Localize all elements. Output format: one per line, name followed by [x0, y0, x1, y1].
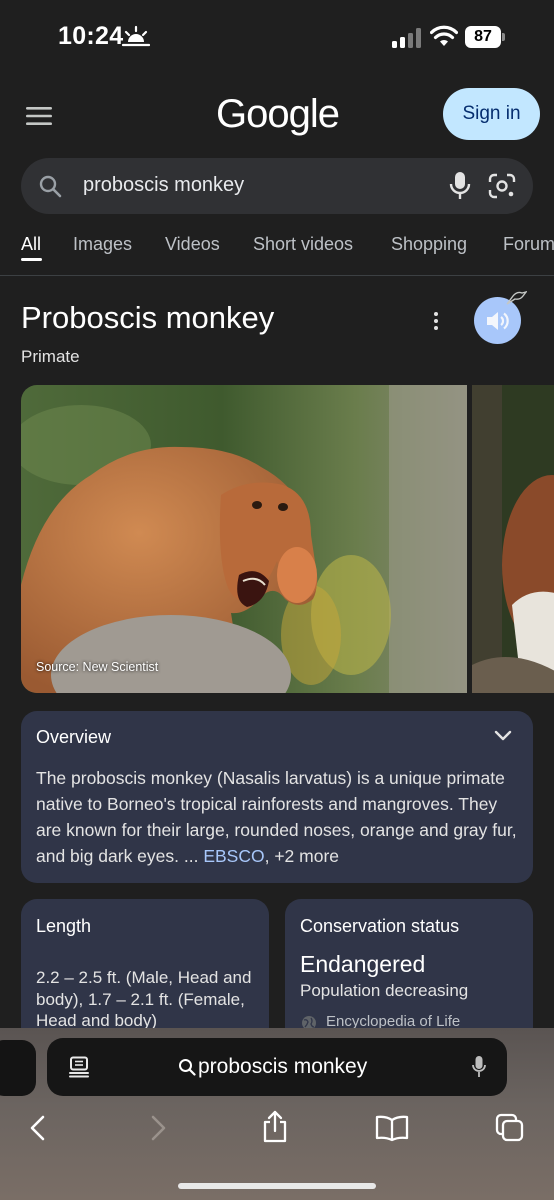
length-card-title: Length	[36, 916, 92, 936]
length-card[interactable]: Length 2.2 – 2.5 ft. (Male, Head and bod…	[21, 899, 269, 1049]
proboscis-monkey-photo[interactable]: Source: New Scientist	[21, 385, 467, 693]
back-icon[interactable]	[28, 1114, 48, 1142]
tab-all[interactable]: All	[21, 234, 41, 255]
secondary-illustration	[472, 385, 554, 693]
more-options-icon[interactable]	[430, 310, 442, 332]
search-box[interactable]: proboscis monkey	[21, 158, 533, 214]
address-bar[interactable]: proboscis monkey	[47, 1038, 507, 1096]
more-sources-link[interactable]: , +2 more	[265, 846, 339, 866]
forward-icon[interactable]	[148, 1114, 168, 1142]
microphone-icon[interactable]	[449, 171, 471, 201]
entity-subtitle: Primate	[21, 347, 80, 366]
battery-level: 87	[465, 26, 501, 48]
length-values: 2.2 – 2.5 ft. (Male, Head and body), 1.7…	[36, 968, 252, 1030]
previous-tab-peek[interactable]	[0, 1040, 36, 1096]
sign-in-button[interactable]: Sign in	[443, 88, 540, 140]
status-bar: 10:24 87	[0, 0, 554, 76]
tabs-overview-icon[interactable]	[495, 1113, 525, 1143]
conservation-status-card[interactable]: Conservation status Endangered Populatio…	[285, 899, 533, 1049]
safari-toolbar: proboscis monkey	[0, 1028, 554, 1200]
page-menu-icon[interactable]	[69, 1056, 89, 1078]
status-time: 10:24	[58, 22, 124, 50]
overview-text: The proboscis monkey (Nasalis larvatus) …	[36, 765, 526, 869]
entity-title: Proboscis monkey	[21, 300, 275, 335]
tab-shopping[interactable]: Shopping	[391, 234, 467, 255]
address-text: proboscis monkey	[198, 1055, 368, 1078]
tab-forums[interactable]: Forums	[503, 234, 554, 255]
sunrise-icon	[122, 25, 150, 47]
image-source-label: Source: New Scientist	[36, 660, 159, 674]
hamburger-menu-icon[interactable]	[26, 106, 52, 126]
tab-videos[interactable]: Videos	[165, 234, 220, 255]
google-lens-icon[interactable]	[488, 173, 516, 199]
secondary-photo[interactable]	[472, 385, 554, 693]
population-trend: Population decreasing	[300, 981, 469, 1000]
ebsco-source-link[interactable]: EBSCO	[203, 846, 264, 866]
monkey-illustration	[21, 385, 467, 693]
overview-title: Overview	[36, 727, 112, 747]
search-icon	[39, 175, 62, 198]
battery-tip	[502, 33, 505, 41]
search-input[interactable]: proboscis monkey	[83, 174, 244, 197]
active-tab-indicator	[21, 258, 42, 261]
overview-card[interactable]: Overview The proboscis monkey (Nasalis l…	[21, 711, 533, 883]
home-indicator[interactable]	[178, 1183, 376, 1189]
voice-input-icon[interactable]	[472, 1055, 486, 1079]
bird-icon	[506, 291, 527, 305]
wifi-icon	[430, 25, 458, 46]
tab-images[interactable]: Images	[73, 234, 132, 255]
search-tabs: All Images Videos Short videos Shopping …	[0, 230, 554, 276]
address-search-icon	[179, 1059, 196, 1076]
conservation-status: Endangered	[300, 951, 426, 977]
battery-indicator: 87	[465, 26, 505, 48]
bookmarks-icon[interactable]	[375, 1114, 409, 1142]
tab-short-videos[interactable]: Short videos	[253, 234, 353, 255]
conservation-card-title: Conservation status	[300, 916, 460, 936]
share-icon[interactable]	[261, 1110, 289, 1144]
speaker-icon	[487, 312, 509, 330]
cellular-signal-icon	[392, 28, 421, 48]
chevron-down-icon[interactable]	[494, 730, 512, 742]
google-logo[interactable]: Google	[216, 92, 340, 137]
